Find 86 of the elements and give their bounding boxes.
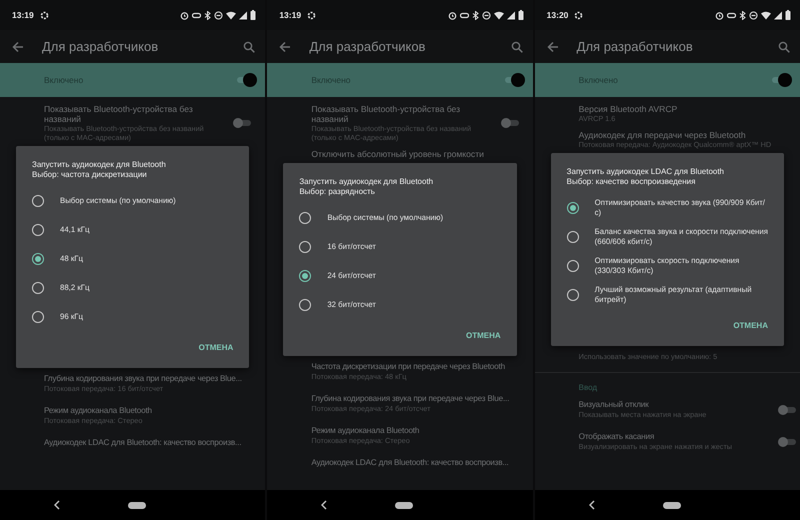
clock-time: 13:19 — [12, 10, 34, 20]
back-arrow-icon[interactable] — [279, 40, 292, 52]
setting-title: Аудиокодек для передачи через Bluetooth — [578, 130, 747, 140]
back-chevron-icon[interactable] — [321, 500, 328, 510]
radio-button[interactable] — [566, 230, 579, 242]
screen-title: Для разработчиков — [42, 39, 160, 54]
do-not-disturb-icon — [748, 10, 758, 20]
radio-button[interactable] — [32, 310, 44, 322]
radio-button[interactable] — [566, 288, 579, 300]
signal-icon — [774, 10, 782, 20]
screen-title: Для разработчиков — [576, 39, 694, 54]
radio-button[interactable] — [32, 224, 44, 236]
clock-time: 13:19 — [279, 10, 302, 20]
battery-icon — [784, 10, 791, 20]
radio-button[interactable] — [566, 202, 579, 214]
link-icon — [726, 10, 736, 20]
setting-title: Глубина кодирования звука при передаче через Blue... — [44, 374, 243, 384]
radio-button[interactable] — [32, 282, 44, 294]
wifi-icon — [494, 10, 504, 20]
search-icon[interactable] — [243, 40, 256, 52]
toggle-switch[interactable] — [500, 116, 521, 130]
home-pill[interactable] — [662, 502, 681, 508]
dialog-subtitle: Выбор: частота дискретизации — [32, 170, 148, 180]
radio-button[interactable] — [299, 298, 312, 310]
gear-icon — [307, 10, 316, 20]
alarm-icon — [714, 10, 724, 20]
alarm-icon — [180, 10, 190, 20]
battery-icon — [250, 10, 256, 20]
setting-title: Глубина кодирования звука при передаче через Blue... — [311, 394, 510, 404]
section-header: Ввод — [578, 382, 598, 394]
gear-icon — [40, 10, 49, 20]
toggle-switch[interactable] — [778, 402, 798, 416]
setting-title: Отключить абсолютный уровень громкости — [311, 149, 485, 159]
cancel-button[interactable]: ОТМЕНА — [462, 327, 505, 344]
cancel-button[interactable]: ОТМЕНА — [729, 317, 772, 334]
setting-title: Визуальный отклик — [578, 400, 650, 410]
signal-icon — [506, 10, 515, 20]
dialog-subtitle: Выбор: разрядность — [299, 187, 376, 197]
setting-title: Отображать касания — [578, 432, 656, 442]
setting-title: Показывать Bluetooth-устройства без названий — [311, 104, 462, 124]
radio-button[interactable] — [32, 194, 44, 206]
setting-title: Частота дискретизации при передаче через Bluetooth — [311, 362, 506, 372]
setting-title: Режим аудиоканала Bluetooth — [44, 406, 153, 416]
back-arrow-icon[interactable] — [546, 40, 559, 52]
setting-title: Версия Bluetooth AVRCP — [578, 104, 678, 114]
back-chevron-icon[interactable] — [588, 500, 595, 510]
back-arrow-icon[interactable] — [12, 40, 24, 52]
radio-button[interactable] — [32, 252, 44, 264]
wifi-icon — [760, 10, 771, 20]
setting-title: Аудиокодек LDAC для Bluetooth: качество воспроизв... — [311, 458, 510, 468]
bluetooth-icon — [472, 10, 479, 20]
screen-title: Для разработчиков — [309, 39, 426, 54]
search-icon[interactable] — [510, 40, 523, 52]
signal-icon — [239, 10, 248, 20]
bluetooth-icon — [738, 10, 746, 20]
do-not-disturb-icon — [214, 10, 224, 20]
radio-button[interactable] — [566, 260, 579, 272]
gear-icon — [574, 10, 584, 20]
back-chevron-icon[interactable] — [54, 500, 60, 510]
home-pill[interactable] — [395, 502, 414, 508]
toggle-switch[interactable] — [502, 73, 523, 87]
cancel-button[interactable]: ОТМЕНА — [194, 339, 238, 356]
dialog-title: Запустить аудиокодек LDAC для Bluetooth — [566, 167, 726, 177]
setting-title: Показывать Bluetooth-устройства без названий — [44, 104, 194, 124]
radio-button[interactable] — [299, 212, 312, 224]
clock-time: 13:20 — [546, 10, 568, 20]
search-icon[interactable] — [778, 40, 790, 52]
setting-title: Режим аудиоканала Bluetooth — [311, 426, 420, 436]
battery-icon — [518, 10, 524, 20]
toggle-switch[interactable] — [778, 434, 798, 448]
bluetooth-icon — [204, 10, 212, 20]
wifi-icon — [226, 10, 236, 20]
dialog-title: Запустить аудиокодек для Bluetooth — [299, 177, 434, 187]
link-icon — [460, 10, 469, 20]
setting-title: Аудиокодек LDAC для Bluetooth: качество воспроизв... — [44, 438, 242, 448]
radio-button[interactable] — [299, 240, 312, 252]
home-pill[interactable] — [128, 502, 146, 508]
toggle-switch[interactable] — [233, 116, 254, 130]
toggle-switch[interactable] — [235, 73, 256, 87]
radio-button[interactable] — [299, 270, 312, 282]
toggle-switch[interactable] — [770, 73, 790, 87]
dialog-subtitle: Выбор: качество воспроизведения — [566, 177, 696, 187]
dialog-title: Запустить аудиокодек для Bluetooth — [32, 160, 167, 170]
alarm-icon — [448, 10, 457, 20]
link-icon — [192, 10, 202, 20]
do-not-disturb-icon — [482, 10, 491, 20]
